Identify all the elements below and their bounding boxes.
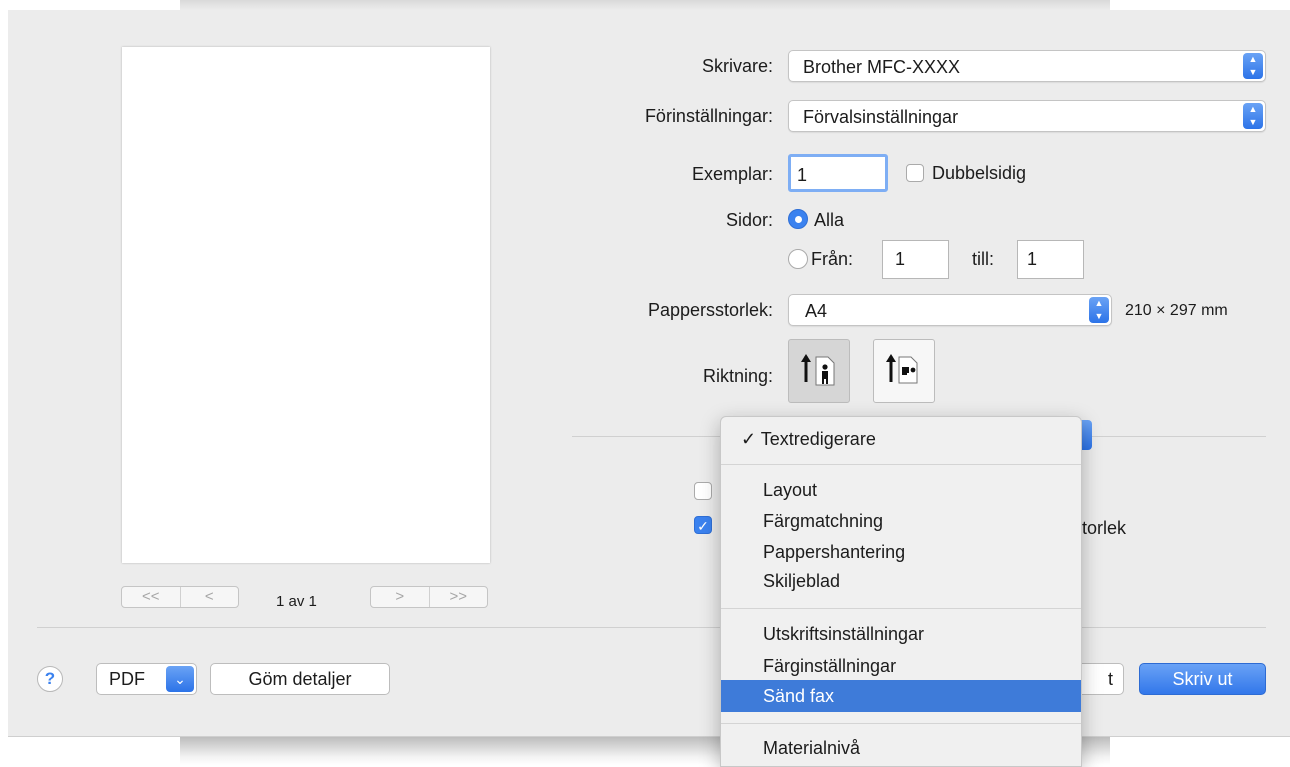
menu-separator (721, 464, 1081, 465)
pages-range-radio[interactable] (788, 249, 808, 269)
menu-item-color-matching[interactable]: Färgmatchning (721, 505, 1081, 537)
popup-arrows-icon: ▲ ▼ (1243, 53, 1263, 79)
first-page-button[interactable]: << (122, 587, 180, 607)
paper-size-select[interactable]: A4 ▲ ▼ (788, 294, 1112, 326)
menu-item-supply-levels[interactable]: Materialnivå (721, 732, 1081, 764)
previous-page-button[interactable]: < (179, 587, 239, 607)
paper-dimensions: 210 × 297 mm (1125, 302, 1228, 319)
duplex-checkbox[interactable] (906, 164, 924, 182)
pages-from-label: Från: (811, 249, 854, 269)
portrait-icon (801, 354, 835, 386)
paper-size-label: Pappersstorlek: (647, 300, 773, 320)
page-counter: 1 av 1 (276, 593, 317, 610)
printer-label: Skrivare: (701, 56, 773, 76)
next-page-button[interactable]: > (371, 587, 429, 607)
menu-item-paper-handling[interactable]: Pappershantering (721, 536, 1081, 568)
printer-select[interactable]: Brother MFC-XXXX ▲ ▼ (788, 50, 1266, 82)
menu-item-text-editor[interactable]: ✓ Textredigerare (721, 423, 1081, 455)
portrait-orientation-button[interactable] (788, 339, 850, 403)
chevron-down-icon: ⌄ (166, 666, 194, 692)
menu-item-label: Textredigerare (760, 429, 876, 449)
menu-separator (721, 723, 1081, 724)
popup-arrows-icon: ▲ ▼ (1089, 297, 1109, 323)
menu-item-layout[interactable]: Layout (721, 474, 1081, 506)
preview-forward-nav: > >> (370, 586, 488, 608)
last-page-button[interactable]: >> (428, 587, 488, 607)
menu-item-send-fax[interactable]: Sänd fax (721, 680, 1081, 712)
paper-size-value: A4 (805, 301, 828, 321)
presets-value: Förvalsinställningar (803, 107, 959, 127)
print-button[interactable]: Skriv ut (1139, 663, 1266, 695)
preview-back-nav: << < (121, 586, 239, 608)
pdf-menu-button[interactable]: PDF ⌄ (96, 663, 197, 695)
copies-input[interactable]: 1 (788, 154, 888, 192)
help-button[interactable]: ? (37, 666, 63, 692)
pages-all-radio[interactable] (788, 209, 808, 229)
duplex-label: Dubbelsidig (932, 163, 1027, 183)
menu-item-print-settings[interactable]: Utskriftsinställningar (721, 618, 1081, 650)
popup-arrows-icon: ▲ ▼ (1243, 103, 1263, 129)
landscape-icon (886, 354, 918, 384)
hide-details-button[interactable]: Göm detaljer (210, 663, 390, 695)
option-checkbox-1[interactable] (694, 482, 712, 500)
menu-item-color-settings[interactable]: Färginställningar (721, 650, 1081, 682)
option-2-label: torlek (1082, 518, 1127, 538)
copies-label: Exemplar: (691, 164, 773, 184)
option-checkbox-2[interactable]: ✓ (694, 516, 712, 534)
pages-to-label: till: (972, 249, 994, 269)
section-popup-menu: ✓ Textredigerare Layout Färgmatchning Pa… (720, 416, 1082, 767)
menu-separator (721, 608, 1081, 609)
menu-item-cover-page[interactable]: Skiljeblad (721, 565, 1081, 597)
pages-all-label: Alla (814, 210, 845, 230)
pages-from-input[interactable]: 1 (882, 240, 949, 279)
printer-value: Brother MFC-XXXX (803, 57, 961, 77)
presets-label: Förinställningar: (644, 106, 773, 126)
pages-label: Sidor: (725, 210, 773, 230)
presets-select[interactable]: Förvalsinställningar ▲ ▼ (788, 100, 1266, 132)
pages-to-input[interactable]: 1 (1017, 240, 1084, 279)
orientation-label: Riktning: (702, 366, 773, 386)
page-preview (122, 47, 490, 563)
landscape-orientation-button[interactable] (873, 339, 935, 403)
pdf-label: PDF (109, 669, 145, 689)
